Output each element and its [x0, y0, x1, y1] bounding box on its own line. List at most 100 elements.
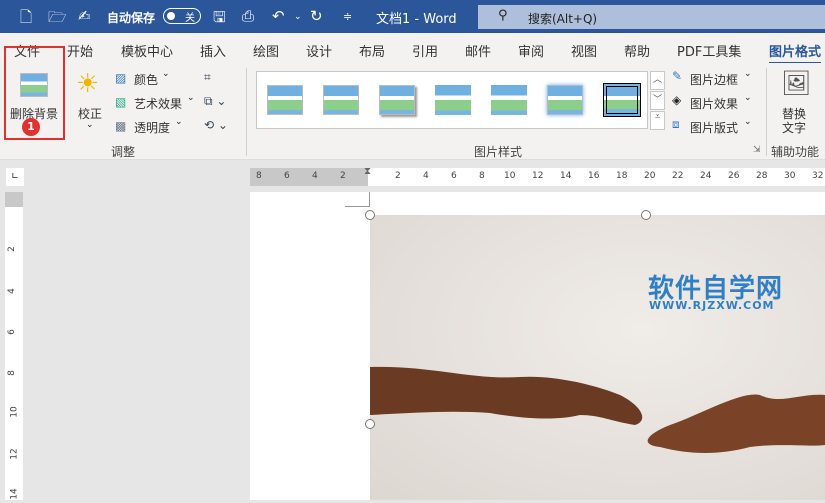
tab-review[interactable]: 审阅	[518, 41, 544, 60]
horizontal-ruler[interactable]: 8 6 4 2 ⧗ 2 4 6 8 10 12 14 16 18 20 22 2…	[250, 166, 825, 186]
style-thumb[interactable]	[267, 85, 303, 115]
alt-text-button-line2[interactable]: 文字	[782, 119, 806, 136]
ruler-number: 10	[9, 406, 20, 418]
ruler-number: 12	[532, 171, 544, 181]
resize-handle[interactable]	[365, 210, 375, 220]
ruler-number: 14	[560, 171, 572, 181]
ruler-number: 4	[423, 171, 429, 181]
tab-mailings[interactable]: 邮件	[465, 41, 491, 60]
picture-border-button[interactable]: 图片边框	[690, 71, 738, 88]
ruler-number: 20	[644, 171, 656, 181]
ruler-number: 14	[9, 488, 20, 500]
ruler-number: 32	[812, 171, 824, 181]
title-bar: 🗋 🗁 ✍ 自动保存 关 🖫 ⎙ ↶ ⌄ ↻ ≑ 文档1 - Word ⚲ 搜索(…	[0, 0, 825, 33]
hands-illustration	[370, 366, 825, 453]
margin-mark	[345, 206, 369, 207]
selected-picture[interactable]	[370, 215, 825, 500]
style-thumb[interactable]	[547, 85, 583, 115]
gallery-more-button[interactable]: ⩡	[650, 111, 665, 130]
artistic-effects-button[interactable]: 艺术效果	[134, 95, 182, 112]
ruler-number: 18	[616, 171, 628, 181]
tab-help[interactable]: 帮助	[624, 41, 650, 60]
alt-text-icon: 🖼	[781, 69, 812, 97]
tab-view[interactable]: 视图	[571, 41, 597, 60]
gallery-down-button[interactable]: ﹀	[650, 91, 665, 110]
ruler-number: 4	[312, 171, 318, 181]
undo-icon[interactable]: ↶	[272, 7, 285, 25]
ruler-number: 8	[6, 370, 17, 376]
ruler-number: 2	[395, 171, 401, 181]
tab-design[interactable]: 设计	[306, 41, 332, 60]
tab-layout[interactable]: 布局	[359, 41, 385, 60]
color-icon: ▨	[115, 71, 127, 85]
chevron-down-icon: ⌄	[744, 117, 752, 127]
ribbon: 删除背景 ☀ 校正 ⌄ ▨ 颜色 ⌄ ▧ 艺术效果 ⌄ ▩ 透明度 ⌄ ⌗ ⧉ …	[0, 63, 825, 160]
chevron-down-icon: ⌄	[744, 69, 752, 79]
transparency-button[interactable]: 透明度	[134, 119, 170, 136]
ruler-number: 2	[6, 246, 17, 252]
change-picture-icon[interactable]: ⧉ ⌄	[204, 94, 226, 109]
style-thumb[interactable]	[491, 85, 527, 115]
style-thumb[interactable]	[379, 85, 415, 115]
tab-stop-selector[interactable]: ∟	[6, 168, 24, 186]
tab-pdf-tools[interactable]: PDF工具集	[677, 41, 741, 60]
search-box[interactable]: ⚲ 搜索(Alt+Q)	[478, 5, 825, 29]
ruler-number: 12	[9, 448, 20, 460]
picture-border-icon: ✎	[672, 69, 683, 83]
autosave-label: 自动保存	[107, 11, 156, 25]
picture-layout-button[interactable]: 图片版式	[690, 119, 738, 136]
document-title: 文档1 - Word	[376, 12, 457, 27]
gallery-up-button[interactable]: ︿	[650, 71, 665, 90]
redo-icon[interactable]: ↻	[310, 7, 323, 25]
compress-pictures-icon[interactable]: ⌗	[204, 70, 211, 85]
print-preview-icon[interactable]: ⎙	[242, 7, 254, 25]
search-icon: ⚲	[498, 8, 508, 23]
search-placeholder: 搜索(Alt+Q)	[528, 12, 598, 26]
tab-references[interactable]: 引用	[412, 41, 438, 60]
toggle-state: 关	[185, 13, 195, 24]
accessibility-group-label: 辅助功能	[771, 145, 820, 159]
indent-marker[interactable]: ⧗	[364, 166, 371, 177]
new-document-icon[interactable]: 🗋	[20, 7, 32, 32]
tab-insert[interactable]: 插入	[200, 41, 226, 60]
autosave-toggle[interactable]: 关	[163, 8, 201, 24]
color-button[interactable]: 颜色	[134, 71, 158, 88]
picture-styles-group-label: 图片样式	[474, 145, 523, 159]
reset-picture-icon[interactable]: ⟲ ⌄	[204, 118, 228, 132]
picture-effects-button[interactable]: 图片效果	[690, 95, 738, 112]
transparency-icon: ▩	[115, 119, 127, 133]
ruler-number: 2	[340, 171, 346, 181]
tab-picture-format[interactable]: 图片格式	[769, 41, 822, 65]
resize-handle[interactable]	[641, 210, 651, 220]
ribbon-tabs: 文件 开始 模板中心 插入 绘图 设计 布局 引用 邮件 审阅 视图 帮助 PD…	[0, 33, 825, 65]
ruler-number: 4	[6, 288, 17, 294]
style-thumb[interactable]	[603, 83, 641, 117]
ruler-number: 6	[284, 171, 290, 181]
style-thumb[interactable]	[323, 85, 359, 115]
corrections-sun-icon: ☀	[76, 69, 100, 99]
style-thumb[interactable]	[435, 85, 471, 115]
tab-templates[interactable]: 模板中心	[121, 41, 173, 60]
adjust-group-label: 调整	[111, 145, 136, 159]
dialog-launcher-icon[interactable]: ⇲	[753, 145, 761, 155]
sign-icon[interactable]: ✍	[78, 7, 91, 25]
customize-qat-icon[interactable]: ≑	[343, 10, 352, 23]
tab-draw[interactable]: 绘图	[253, 41, 279, 60]
vertical-ruler[interactable]: 2 4 6 8 10 12 14	[5, 192, 23, 500]
ruler-number: 22	[672, 171, 684, 181]
tab-home[interactable]: 开始	[67, 41, 93, 60]
ruler-number: 26	[728, 171, 740, 181]
margin-mark	[369, 192, 370, 207]
ruler-number: 16	[588, 171, 600, 181]
ruler-number: 24	[700, 171, 712, 181]
open-folder-icon[interactable]: 🗁	[48, 7, 67, 32]
ruler-number: 8	[479, 171, 485, 181]
undo-dropdown-icon[interactable]: ⌄	[294, 12, 302, 22]
ruler-number: 6	[6, 329, 17, 335]
ruler-number: 6	[451, 171, 457, 181]
save-icon[interactable]: 🖫	[213, 7, 226, 32]
chevron-down-icon: ⌄	[162, 69, 170, 79]
resize-handle[interactable]	[365, 419, 375, 429]
divider	[246, 68, 247, 156]
ruler-number: 8	[256, 171, 262, 181]
